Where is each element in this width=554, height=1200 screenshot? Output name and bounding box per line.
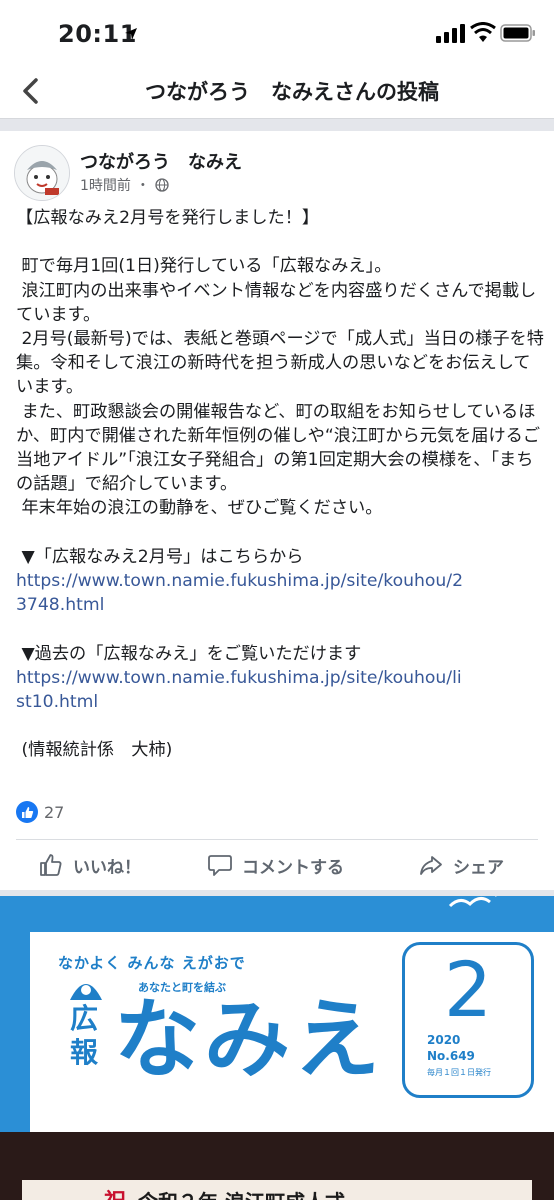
cover-title: なみえ — [114, 990, 384, 1090]
globe-icon — [155, 178, 169, 192]
share-button[interactable]: シェア — [418, 852, 504, 878]
ceremony-banner: 祝 令和２年 浪江町成人式 — [22, 1180, 532, 1200]
cover-year: 2020 — [427, 1033, 461, 1047]
attached-image-cover[interactable]: なかよく みんな えがおで あなたと町を結ぶ 広報 なみえ 2 2020 No.… — [0, 896, 554, 1200]
cover-month: 2 — [443, 945, 493, 1034]
post-paragraph: 町で毎月1回(1日)発行している「広報なみえ」。 — [16, 256, 392, 277]
cover-slogan: なかよく みんな えがおで — [58, 954, 246, 972]
thumbs-up-icon — [40, 854, 62, 876]
post-paragraph: ▼過去の「広報なみえ」をご覧いただけます — [16, 643, 362, 664]
comment-label: コメントする — [242, 857, 344, 878]
cover-issue-note: 毎月１回１日発行 — [427, 1068, 491, 1077]
mascot-avatar-icon — [15, 146, 69, 200]
divider-band — [0, 118, 554, 131]
post-paragraph: 2月号(最新号)では、表紙と巻頭ページで「成人式」当日の様子を特集。令和そして浪… — [16, 329, 544, 398]
like-label: いいね！ — [73, 857, 141, 878]
post-body: 【広報なみえ2月号を発行しました！】 町で毎月1回(1日)発行している「広報なみ… — [16, 206, 546, 763]
banner-text: 令和２年 浪江町成人式 — [138, 1186, 345, 1200]
cellular-signal-icon — [436, 24, 465, 43]
post-time[interactable]: 1時間前 — [80, 175, 131, 195]
reaction-summary[interactable]: 27 — [16, 801, 64, 823]
avatar[interactable] — [14, 145, 70, 201]
cover-koho: 広報 — [70, 1002, 99, 1069]
location-arrow-icon — [125, 28, 137, 40]
post-paragraph: 年末年始の浪江の動静を、ぜひご覧ください。 — [16, 498, 383, 519]
cover-issue-box: 2 2020 No.649 毎月１回１日発行 — [402, 942, 534, 1098]
nav-header: つながろう なみえさんの投稿 — [0, 62, 554, 118]
link-issue-feb[interactable]: https://www.town.namie.fukushima.jp/site… — [16, 569, 466, 617]
battery-icon — [500, 24, 535, 42]
comment-icon — [208, 855, 232, 876]
post-paragraph: また、町政懇談会の開催報告など、町の取組をお知らせしているほか、町内で開催された… — [16, 401, 541, 495]
cover-panel: なかよく みんな えがおで あなたと町を結ぶ 広報 なみえ 2 2020 No.… — [30, 932, 554, 1132]
post-signature: (情報統計係 大柿) — [16, 740, 173, 761]
page-title: つながろう なみえさんの投稿 — [145, 80, 439, 104]
link-past-issues[interactable]: https://www.town.namie.fukushima.jp/site… — [16, 666, 466, 714]
comment-button[interactable]: コメントする — [207, 852, 344, 878]
post-paragraph: 浪江町内の出来事やイベント情報などを内容盛りだくさんで掲載しています。 — [16, 280, 537, 325]
post-meta: 1時間前 ・ — [80, 175, 169, 195]
meta-separator: ・ — [135, 178, 150, 194]
birds-icon — [448, 896, 497, 908]
reaction-count: 27 — [44, 802, 65, 822]
cover-issue-number: No.649 — [427, 1049, 475, 1063]
post-paragraph: 【広報なみえ2月号を発行しました！】 — [16, 208, 320, 228]
share-icon — [420, 856, 442, 875]
banner-iwai: 祝 — [104, 1184, 126, 1200]
status-bar: 20:11 — [0, 0, 554, 62]
post-actions: いいね！ コメントする シェア — [0, 846, 554, 888]
like-reaction-icon — [16, 801, 38, 823]
wifi-icon — [470, 22, 496, 42]
actions-divider — [16, 839, 538, 840]
mascot-icon — [70, 984, 102, 1000]
cover-photo: 祝 令和２年 浪江町成人式 — [0, 1132, 554, 1200]
share-label: シェア — [453, 857, 504, 878]
post-paragraph: ▼「広報なみえ2月号」はこちらから — [16, 546, 304, 567]
post-author[interactable]: つながろう なみえ — [80, 148, 242, 174]
like-button[interactable]: いいね！ — [38, 852, 141, 878]
